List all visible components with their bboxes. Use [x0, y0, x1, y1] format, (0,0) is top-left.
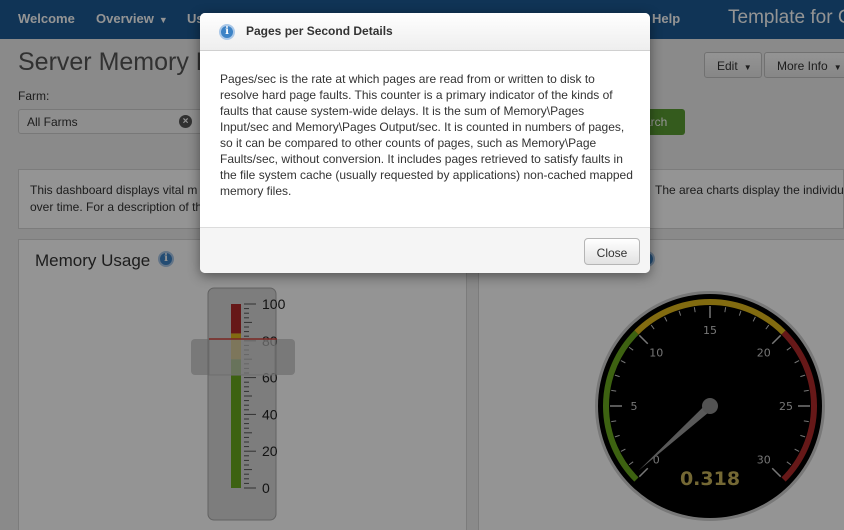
details-modal: i Pages per Second Details Pages/sec is …: [200, 13, 650, 273]
close-button[interactable]: Close: [584, 238, 640, 265]
modal-body-text: Pages/sec is the rate at which pages are…: [220, 72, 633, 198]
info-icon: i: [219, 24, 235, 40]
modal-footer: Close: [200, 227, 650, 273]
modal-title: Pages per Second Details: [246, 24, 393, 38]
modal-header: i Pages per Second Details: [200, 13, 650, 51]
